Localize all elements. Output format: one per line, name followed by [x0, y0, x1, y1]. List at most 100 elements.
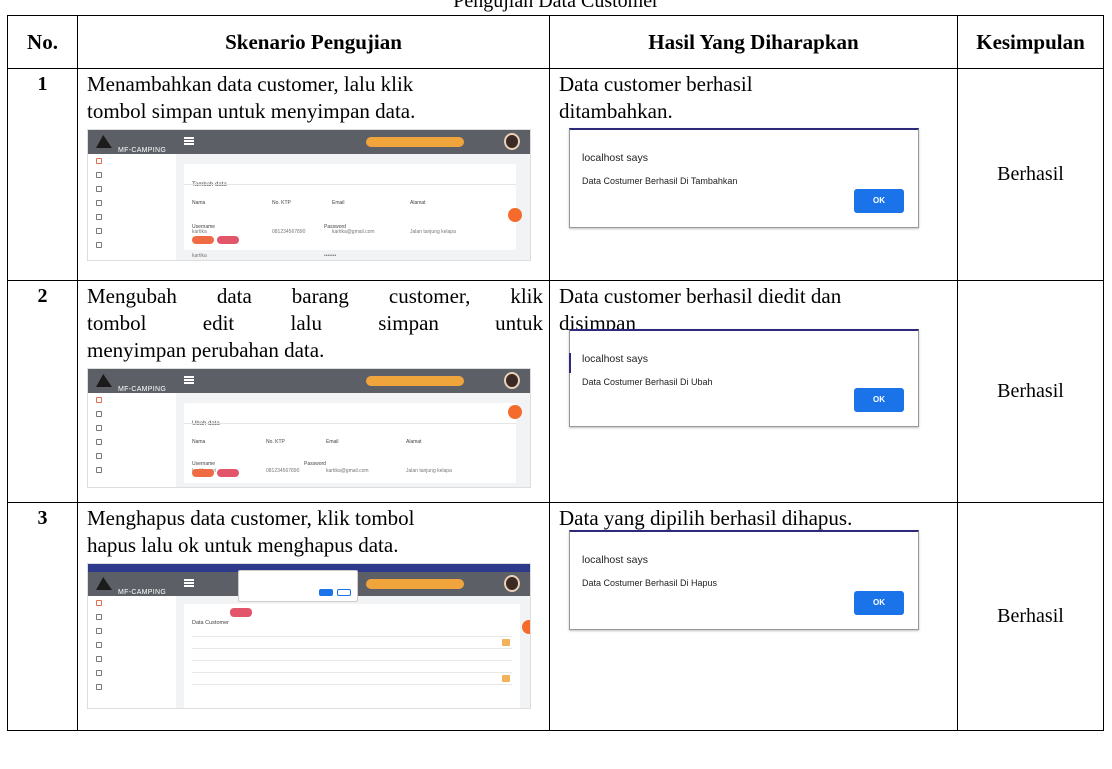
tent-logo-icon	[96, 135, 112, 148]
table-line	[192, 648, 512, 649]
popup-cancel-button	[337, 589, 351, 596]
sidebar-item	[88, 210, 176, 224]
sidebar-item	[88, 652, 176, 666]
dialog-accent	[569, 353, 571, 373]
table-row: 3 Menghapus data customer, klik tombol h…	[7, 502, 1104, 731]
expected-line: Data yang dipilih berhasil dihapus.	[559, 506, 853, 530]
scenario-line: Menghapus data customer, klik tombol	[87, 506, 415, 530]
header-conclusion: Kesimpulan	[957, 15, 1104, 69]
tent-logo-icon	[96, 577, 112, 590]
table-row: 1 Menambahkan data customer, lalu klik t…	[7, 68, 1104, 281]
scenario-line: Mengubah data barang customer, klik	[87, 284, 543, 308]
table-line	[192, 660, 512, 661]
sidebar-item	[88, 596, 176, 610]
expected-line: Data customer berhasil diedit dan	[559, 284, 842, 308]
app-screenshot-form: MF-CAMPING Tambah data Nama kartika No. …	[87, 129, 531, 261]
scenario-line: tombol edit lalu simpan untuk	[87, 311, 543, 335]
conclusion-cell: Berhasil	[957, 502, 1104, 731]
cancel-button	[217, 469, 239, 477]
header-pill-button	[366, 376, 464, 386]
alert-dialog: localhost says Data Costumer Berhasil Di…	[569, 329, 919, 427]
sidebar-item	[88, 182, 176, 196]
table-card: Data Customer	[184, 604, 520, 708]
menu-icon	[184, 137, 194, 145]
app-sidebar	[88, 596, 176, 708]
scenario-cell: Mengubah data barang customer, klik tomb…	[77, 280, 550, 503]
menu-item-icon	[96, 670, 102, 676]
sidebar-item	[88, 154, 176, 168]
cancel-button	[217, 236, 239, 244]
header-scenario: Skenario Pengujian	[77, 15, 550, 69]
alert-dialog: localhost says Data Costumer Berhasil Di…	[569, 530, 919, 630]
header-no: No.	[7, 15, 78, 69]
divider	[184, 184, 516, 185]
app-topbar: MF-CAMPING	[88, 130, 530, 154]
app-topbar: MF-CAMPING	[88, 369, 530, 393]
row-number: 1	[7, 68, 78, 281]
scenario-cell: Menghapus data customer, klik tombol hap…	[77, 502, 550, 731]
settings-icon	[522, 620, 530, 634]
popup-ok-button	[319, 589, 333, 596]
scenario-line: menyimpan perubahan data.	[87, 338, 325, 362]
save-button	[192, 469, 214, 477]
field-ktp: No. KTP 081234567890	[266, 439, 300, 474]
table-header-row: No. Skenario Pengujian Hasil Yang Dihara…	[7, 15, 1104, 69]
scenario-cell: Menambahkan data customer, lalu klik tom…	[77, 68, 550, 281]
divider	[184, 423, 516, 424]
field-password: Password•••••••	[324, 224, 346, 259]
sidebar-item	[88, 624, 176, 638]
menu-item-icon	[96, 186, 102, 192]
settings-icon	[508, 208, 522, 222]
menu-icon	[184, 376, 194, 384]
menu-item-icon	[96, 656, 102, 662]
field-password: Password•••••••	[304, 461, 326, 467]
expected-cell: Data yang dipilih berhasil dihapus. loca…	[549, 502, 958, 731]
menu-item-icon	[96, 411, 102, 417]
table-line	[192, 672, 512, 673]
field-ktp: No. KTP 081234567890	[272, 200, 306, 235]
sidebar-item	[88, 610, 176, 624]
save-button	[192, 236, 214, 244]
field-alamat: Alamat Jalan tanjung kelapa	[406, 439, 452, 474]
add-button	[230, 608, 252, 617]
avatar	[504, 575, 520, 592]
sidebar-item	[88, 224, 176, 238]
menu-item-icon	[96, 242, 102, 248]
header-expected: Hasil Yang Diharapkan	[549, 15, 958, 69]
sidebar-item	[88, 463, 176, 477]
form-card: Ubah data Namakartika sari No. KTP081234…	[184, 403, 522, 483]
menu-item-icon	[96, 467, 102, 473]
sidebar-item	[88, 449, 176, 463]
edit-button	[502, 639, 510, 646]
row-number: 3	[7, 502, 78, 731]
table-row: 2 Mengubah data barang customer, klik to…	[7, 280, 1104, 503]
header-pill-button	[366, 579, 464, 589]
menu-item-icon	[96, 628, 102, 634]
table-title: Data Customer	[192, 620, 229, 626]
scenario-line: hapus lalu ok untuk menghapus data.	[87, 533, 399, 557]
table-line	[192, 684, 512, 685]
sidebar-item	[88, 196, 176, 210]
menu-item-icon	[96, 453, 102, 459]
menu-item-icon	[96, 228, 102, 234]
field-alamat: Alamat Jalan tanjung kelapa	[410, 200, 456, 235]
tent-logo-icon	[96, 374, 112, 387]
scenario-line: tombol simpan untuk menyimpan data.	[87, 99, 416, 123]
dashboard-icon	[96, 600, 102, 606]
menu-item-icon	[96, 172, 102, 178]
app-screenshot-table: MF-CAMPING Data Customer	[87, 563, 531, 709]
menu-item-icon	[96, 214, 102, 220]
sidebar-item	[88, 238, 176, 252]
header-pill-button	[366, 137, 464, 147]
menu-item-icon	[96, 200, 102, 206]
avatar	[504, 372, 520, 389]
dialog-message: Data Costumer Berhasil Di Ubah	[582, 377, 713, 387]
conclusion-cell: Berhasil	[957, 280, 1104, 503]
alert-dialog: localhost says Data Costumer Berhasil Di…	[569, 128, 919, 228]
menu-item-icon	[96, 439, 102, 445]
edit-button	[502, 675, 510, 682]
dialog-message: Data Costumer Berhasil Di Tambahkan	[582, 176, 738, 186]
scenario-line: Menambahkan data customer, lalu klik	[87, 72, 414, 96]
app-sidebar	[88, 154, 176, 260]
app-sidebar	[88, 393, 176, 487]
